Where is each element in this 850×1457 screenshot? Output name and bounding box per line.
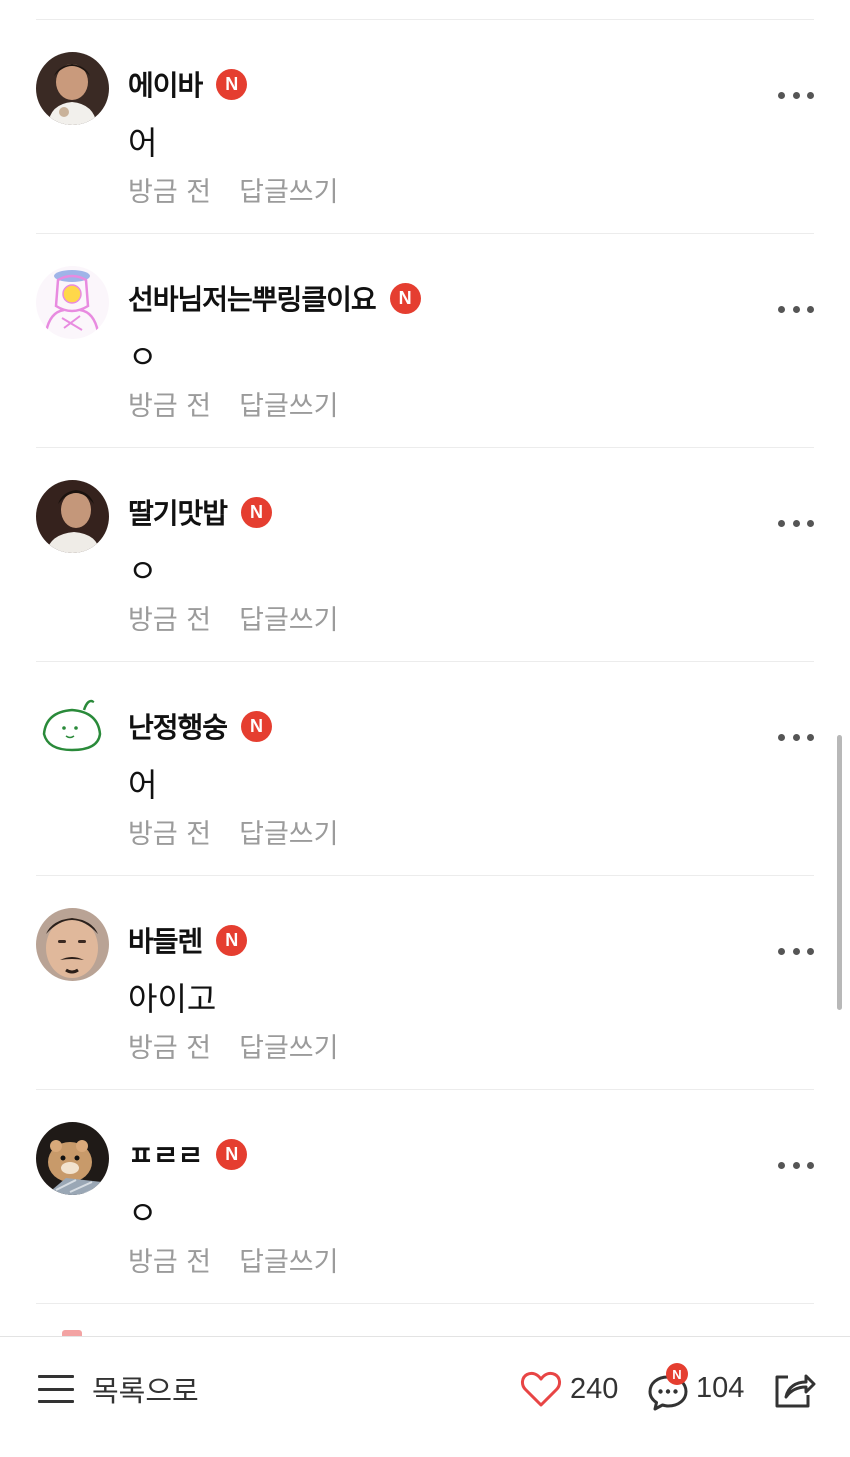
comment-count-button[interactable]: N 104 (646, 1359, 744, 1411)
new-badge: N (241, 496, 273, 528)
more-dot-icon (807, 733, 814, 741)
more-dot-icon (807, 91, 814, 99)
comment-meta: 방금 전 답글쓰기 (128, 170, 338, 209)
timestamp: 방금 전 (128, 177, 212, 208)
more-dot-icon (778, 947, 785, 955)
more-options-button[interactable] (778, 730, 814, 744)
reply-button[interactable]: 답글쓰기 (239, 384, 338, 423)
more-options-button[interactable] (778, 944, 814, 958)
pink-drawing-avatar-image (36, 266, 109, 339)
more-dot-icon (778, 733, 785, 741)
username[interactable]: 선바님저는뿌링클이요 (128, 278, 377, 318)
back-to-list-button[interactable]: 목록으로 (38, 1371, 199, 1408)
comment-meta: 방금 전 답글쓰기 (128, 598, 338, 637)
comment-item: 선바님저는뿌링클이요 N ㅇ 방금 전 답글쓰기 (0, 234, 850, 448)
new-badge: N (216, 924, 248, 956)
new-badge: N (216, 1138, 248, 1170)
comment-text: 아이고 (128, 980, 217, 1018)
more-dot-icon (792, 91, 800, 99)
more-options-button[interactable] (778, 516, 814, 530)
heart-icon (521, 1371, 561, 1407)
hamburger-icon (38, 1375, 74, 1403)
more-dot-icon (792, 305, 800, 313)
avatar[interactable] (36, 52, 109, 125)
new-comment-badge: N (666, 1363, 688, 1385)
more-options-button[interactable] (778, 88, 814, 102)
more-dot-icon (792, 733, 800, 741)
new-badge: N (389, 282, 421, 314)
comment-meta: 방금 전 답글쓰기 (128, 1026, 338, 1065)
more-dot-icon (778, 519, 785, 527)
more-dot-icon (807, 947, 814, 955)
name-row: 딸기맛밥 N (128, 492, 273, 532)
bottom-action-bar: 목록으로 240 N 104 (0, 1336, 850, 1457)
name-row: 바들렌 N (128, 920, 248, 960)
comment-item: 바들렌 N 아이고 방금 전 답글쓰기 (0, 876, 850, 1090)
timestamp: 방금 전 (128, 819, 212, 850)
more-options-button[interactable] (778, 302, 814, 316)
avatar[interactable] (36, 480, 109, 553)
more-dot-icon (778, 1161, 785, 1169)
more-dot-icon (807, 519, 814, 527)
more-dot-icon (778, 91, 785, 99)
dark-haired-person-avatar-image (36, 480, 109, 553)
comment-count: 104 (696, 1372, 745, 1404)
reply-button[interactable]: 답글쓰기 (239, 812, 338, 851)
comment-text: 어 (128, 124, 158, 162)
scrollbar[interactable] (837, 735, 842, 1010)
new-badge: N (241, 710, 273, 742)
comment-meta: 방금 전 답글쓰기 (128, 1240, 338, 1279)
reply-button[interactable]: 답글쓰기 (239, 1026, 338, 1065)
timestamp: 방금 전 (128, 605, 212, 636)
comment-bubble-icon-wrap: N (646, 1363, 690, 1411)
comment-item: 난정행숭 N 어 방금 전 답글쓰기 (0, 662, 850, 876)
avatar[interactable] (36, 694, 109, 767)
comment-text: ㅇ (128, 552, 158, 590)
reply-button[interactable]: 답글쓰기 (239, 1240, 338, 1279)
name-row: 선바님저는뿌링클이요 N (128, 280, 421, 316)
more-dot-icon (792, 1161, 800, 1169)
more-dot-icon (807, 1161, 814, 1169)
comment-text: ㅇ (128, 338, 158, 376)
more-dot-icon (792, 947, 800, 955)
timestamp: 방금 전 (128, 1247, 212, 1278)
comment-meta: 방금 전 답글쓰기 (128, 812, 338, 851)
more-dot-icon (807, 305, 814, 313)
comment-text: 어 (128, 766, 158, 804)
reply-button[interactable]: 답글쓰기 (239, 170, 338, 209)
like-count: 240 (570, 1372, 619, 1405)
like-button[interactable]: 240 (520, 1367, 618, 1411)
avatar[interactable] (36, 1122, 109, 1195)
name-row: 에이바 N (128, 64, 248, 104)
username[interactable]: ㅍㄹㄹ (128, 1134, 203, 1174)
avatar[interactable] (36, 908, 109, 981)
comment-meta: 방금 전 답글쓰기 (128, 384, 338, 423)
timestamp: 방금 전 (128, 391, 212, 422)
comment-item: 에이바 N 어 방금 전 답글쓰기 (0, 20, 850, 234)
avatar[interactable] (36, 266, 109, 339)
divider (36, 1303, 814, 1304)
green-doodle-avatar-image (36, 694, 109, 767)
more-dot-icon (792, 519, 800, 527)
username[interactable]: 에이바 (128, 64, 203, 104)
dark-haired-person-avatar-image (36, 52, 109, 125)
reply-button[interactable]: 답글쓰기 (239, 598, 338, 637)
username[interactable]: 바들렌 (128, 920, 203, 960)
mustache-face-avatar-image (36, 908, 109, 981)
username[interactable]: 딸기맛밥 (128, 492, 228, 532)
more-options-button[interactable] (778, 1158, 814, 1172)
share-button[interactable] (772, 1367, 816, 1411)
new-badge: N (216, 68, 248, 100)
hamster-avatar-image (36, 1122, 109, 1195)
more-dot-icon (778, 305, 785, 313)
name-row: ㅍㄹㄹ N (128, 1134, 248, 1174)
comment-item: 딸기맛밥 N ㅇ 방금 전 답글쓰기 (0, 448, 850, 662)
name-row: 난정행숭 N (128, 706, 273, 746)
comment-text: ㅇ (128, 1194, 158, 1232)
back-to-list-label: 목록으로 (92, 1374, 199, 1408)
comment-item: ㅍㄹㄹ N ㅇ 방금 전 답글쓰기 (0, 1090, 850, 1304)
share-icon (775, 1374, 816, 1408)
username[interactable]: 난정행숭 (128, 706, 228, 746)
timestamp: 방금 전 (128, 1033, 212, 1064)
